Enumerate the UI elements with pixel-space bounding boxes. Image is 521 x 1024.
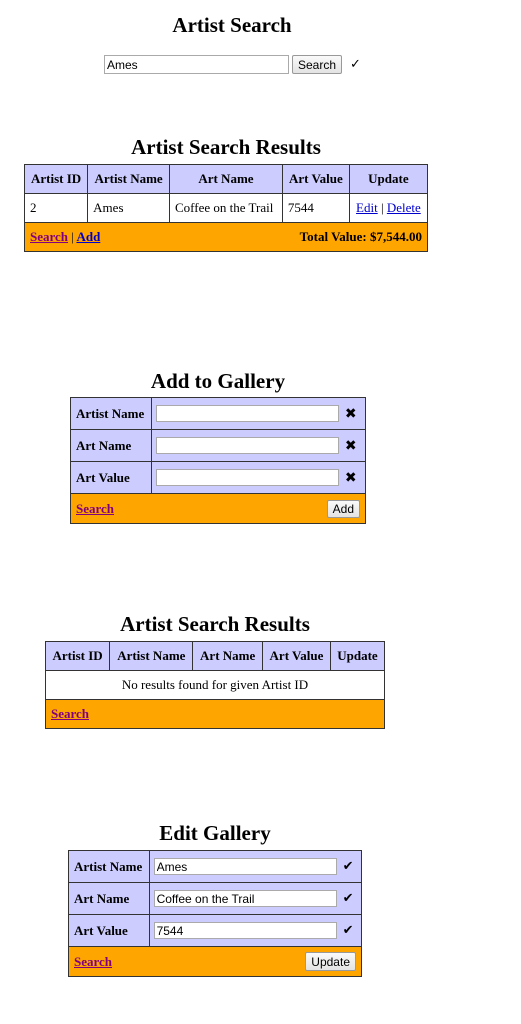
edit-art-name-input[interactable]	[153, 890, 337, 907]
edit-art-value-input[interactable]	[153, 922, 337, 939]
valid-check-icon: ✔	[342, 891, 354, 906]
edit-gallery-title: Edit Gallery	[159, 821, 271, 845]
results-title-1: Artist Search Results	[131, 135, 321, 159]
results-header-row: Artist ID Artist Name Art Name Art Value…	[44, 641, 386, 671]
results-footer-1: Search | Add Total Value: $7,544.00	[24, 222, 429, 252]
search-button[interactable]: Search	[292, 55, 343, 74]
valid-check-icon: ✔	[342, 859, 354, 874]
col-artist-id: Artist ID	[23, 164, 89, 194]
add-link[interactable]: Add	[76, 229, 100, 244]
form-row-art-value: Art Value ✖	[70, 461, 367, 494]
add-button[interactable]: Add	[326, 499, 360, 518]
add-artist-name-input[interactable]	[155, 405, 339, 422]
invalid-x-icon: ✖	[344, 437, 357, 454]
form-row-artist-name: Artist Name ✔	[68, 850, 363, 883]
art-name-label: Art Name	[70, 429, 152, 462]
col-update: Update	[348, 164, 429, 194]
search-form: Search ✓	[104, 55, 361, 74]
no-results-message: No results found for given Artist ID	[45, 670, 385, 700]
cell-update: Edit | Delete	[348, 193, 429, 223]
art-value-cell: ✔	[148, 914, 363, 947]
edit-link[interactable]: Edit	[356, 200, 378, 215]
results-title-2: Artist Search Results	[120, 612, 310, 636]
total-value: Total Value: $7,544.00	[169, 222, 429, 252]
art-name-label: Art Name	[68, 882, 150, 915]
search-link[interactable]: Search	[74, 954, 112, 970]
results-table-1: Artist ID Artist Name Art Name Art Value…	[23, 164, 429, 252]
link-separator: |	[380, 200, 384, 215]
art-name-cell: ✔	[148, 882, 363, 915]
art-value-label: Art Value	[68, 914, 150, 947]
search-valid-check-icon: ✓	[350, 57, 361, 72]
artist-name-label: Artist Name	[68, 850, 150, 883]
add-footer-cell: Search Add	[70, 493, 366, 524]
link-separator: |	[71, 229, 74, 244]
artist-search-title: Artist Search	[172, 13, 292, 37]
artist-name-cell: ✖	[150, 397, 367, 430]
edit-artist-name-input[interactable]	[153, 858, 337, 875]
results-header-row: Artist ID Artist Name Art Name Art Value…	[23, 164, 429, 194]
art-name-cell: ✖	[150, 429, 367, 462]
artist-name-cell: ✔	[148, 850, 363, 883]
add-art-name-input[interactable]	[155, 437, 339, 454]
artist-search-input[interactable]	[104, 55, 289, 74]
cell-art-name: Coffee on the Trail	[168, 193, 283, 223]
form-row-artist-name: Artist Name ✖	[70, 397, 367, 430]
col-art-name: Art Name	[168, 164, 283, 194]
form-row-art-value: Art Value ✔	[68, 914, 363, 947]
add-gallery-form: Artist Name ✖ Art Name ✖ Art Value ✖ Sea…	[70, 397, 367, 524]
search-link[interactable]: Search	[30, 229, 68, 244]
edit-gallery-form: Artist Name ✔ Art Name ✔ Art Value ✔ Sea…	[68, 850, 363, 977]
col-artist-name: Artist Name	[109, 641, 194, 671]
footer-links: Search | Add	[24, 222, 170, 252]
cell-artist-name: Ames	[87, 193, 170, 223]
art-value-cell: ✖	[150, 461, 367, 494]
update-button[interactable]: Update	[305, 952, 356, 971]
search-link[interactable]: Search	[76, 501, 114, 517]
footer-links: Search	[45, 699, 385, 729]
add-gallery-footer: Search Add	[70, 493, 366, 524]
col-art-value: Art Value	[281, 164, 350, 194]
form-row-art-name: Art Name ✔	[68, 882, 363, 915]
add-art-value-input[interactable]	[155, 469, 339, 486]
col-artist-name: Artist Name	[87, 164, 170, 194]
col-art-name: Art Name	[192, 641, 263, 671]
invalid-x-icon: ✖	[344, 405, 357, 422]
art-value-label: Art Value	[70, 461, 152, 494]
cell-art-value: 7544	[281, 193, 350, 223]
add-gallery-title: Add to Gallery	[150, 369, 286, 393]
form-row-art-name: Art Name ✖	[70, 429, 367, 462]
search-link[interactable]: Search	[51, 706, 89, 721]
delete-link[interactable]: Delete	[387, 200, 421, 215]
edit-footer-cell: Search Update	[68, 946, 362, 977]
col-art-value: Art Value	[261, 641, 331, 671]
artist-name-label: Artist Name	[70, 397, 152, 430]
cell-artist-id: 2	[23, 193, 89, 223]
col-artist-id: Artist ID	[44, 641, 111, 671]
results-footer-2: Search	[45, 699, 385, 729]
results-table-2: Artist ID Artist Name Art Name Art Value…	[44, 641, 386, 729]
valid-check-icon: ✔	[342, 923, 354, 938]
edit-gallery-footer: Search Update	[68, 946, 362, 977]
col-update: Update	[329, 641, 386, 671]
table-row: 2 Ames Coffee on the Trail 7544 Edit | D…	[23, 193, 429, 223]
empty-row: No results found for given Artist ID	[45, 670, 385, 700]
invalid-x-icon: ✖	[344, 469, 357, 486]
